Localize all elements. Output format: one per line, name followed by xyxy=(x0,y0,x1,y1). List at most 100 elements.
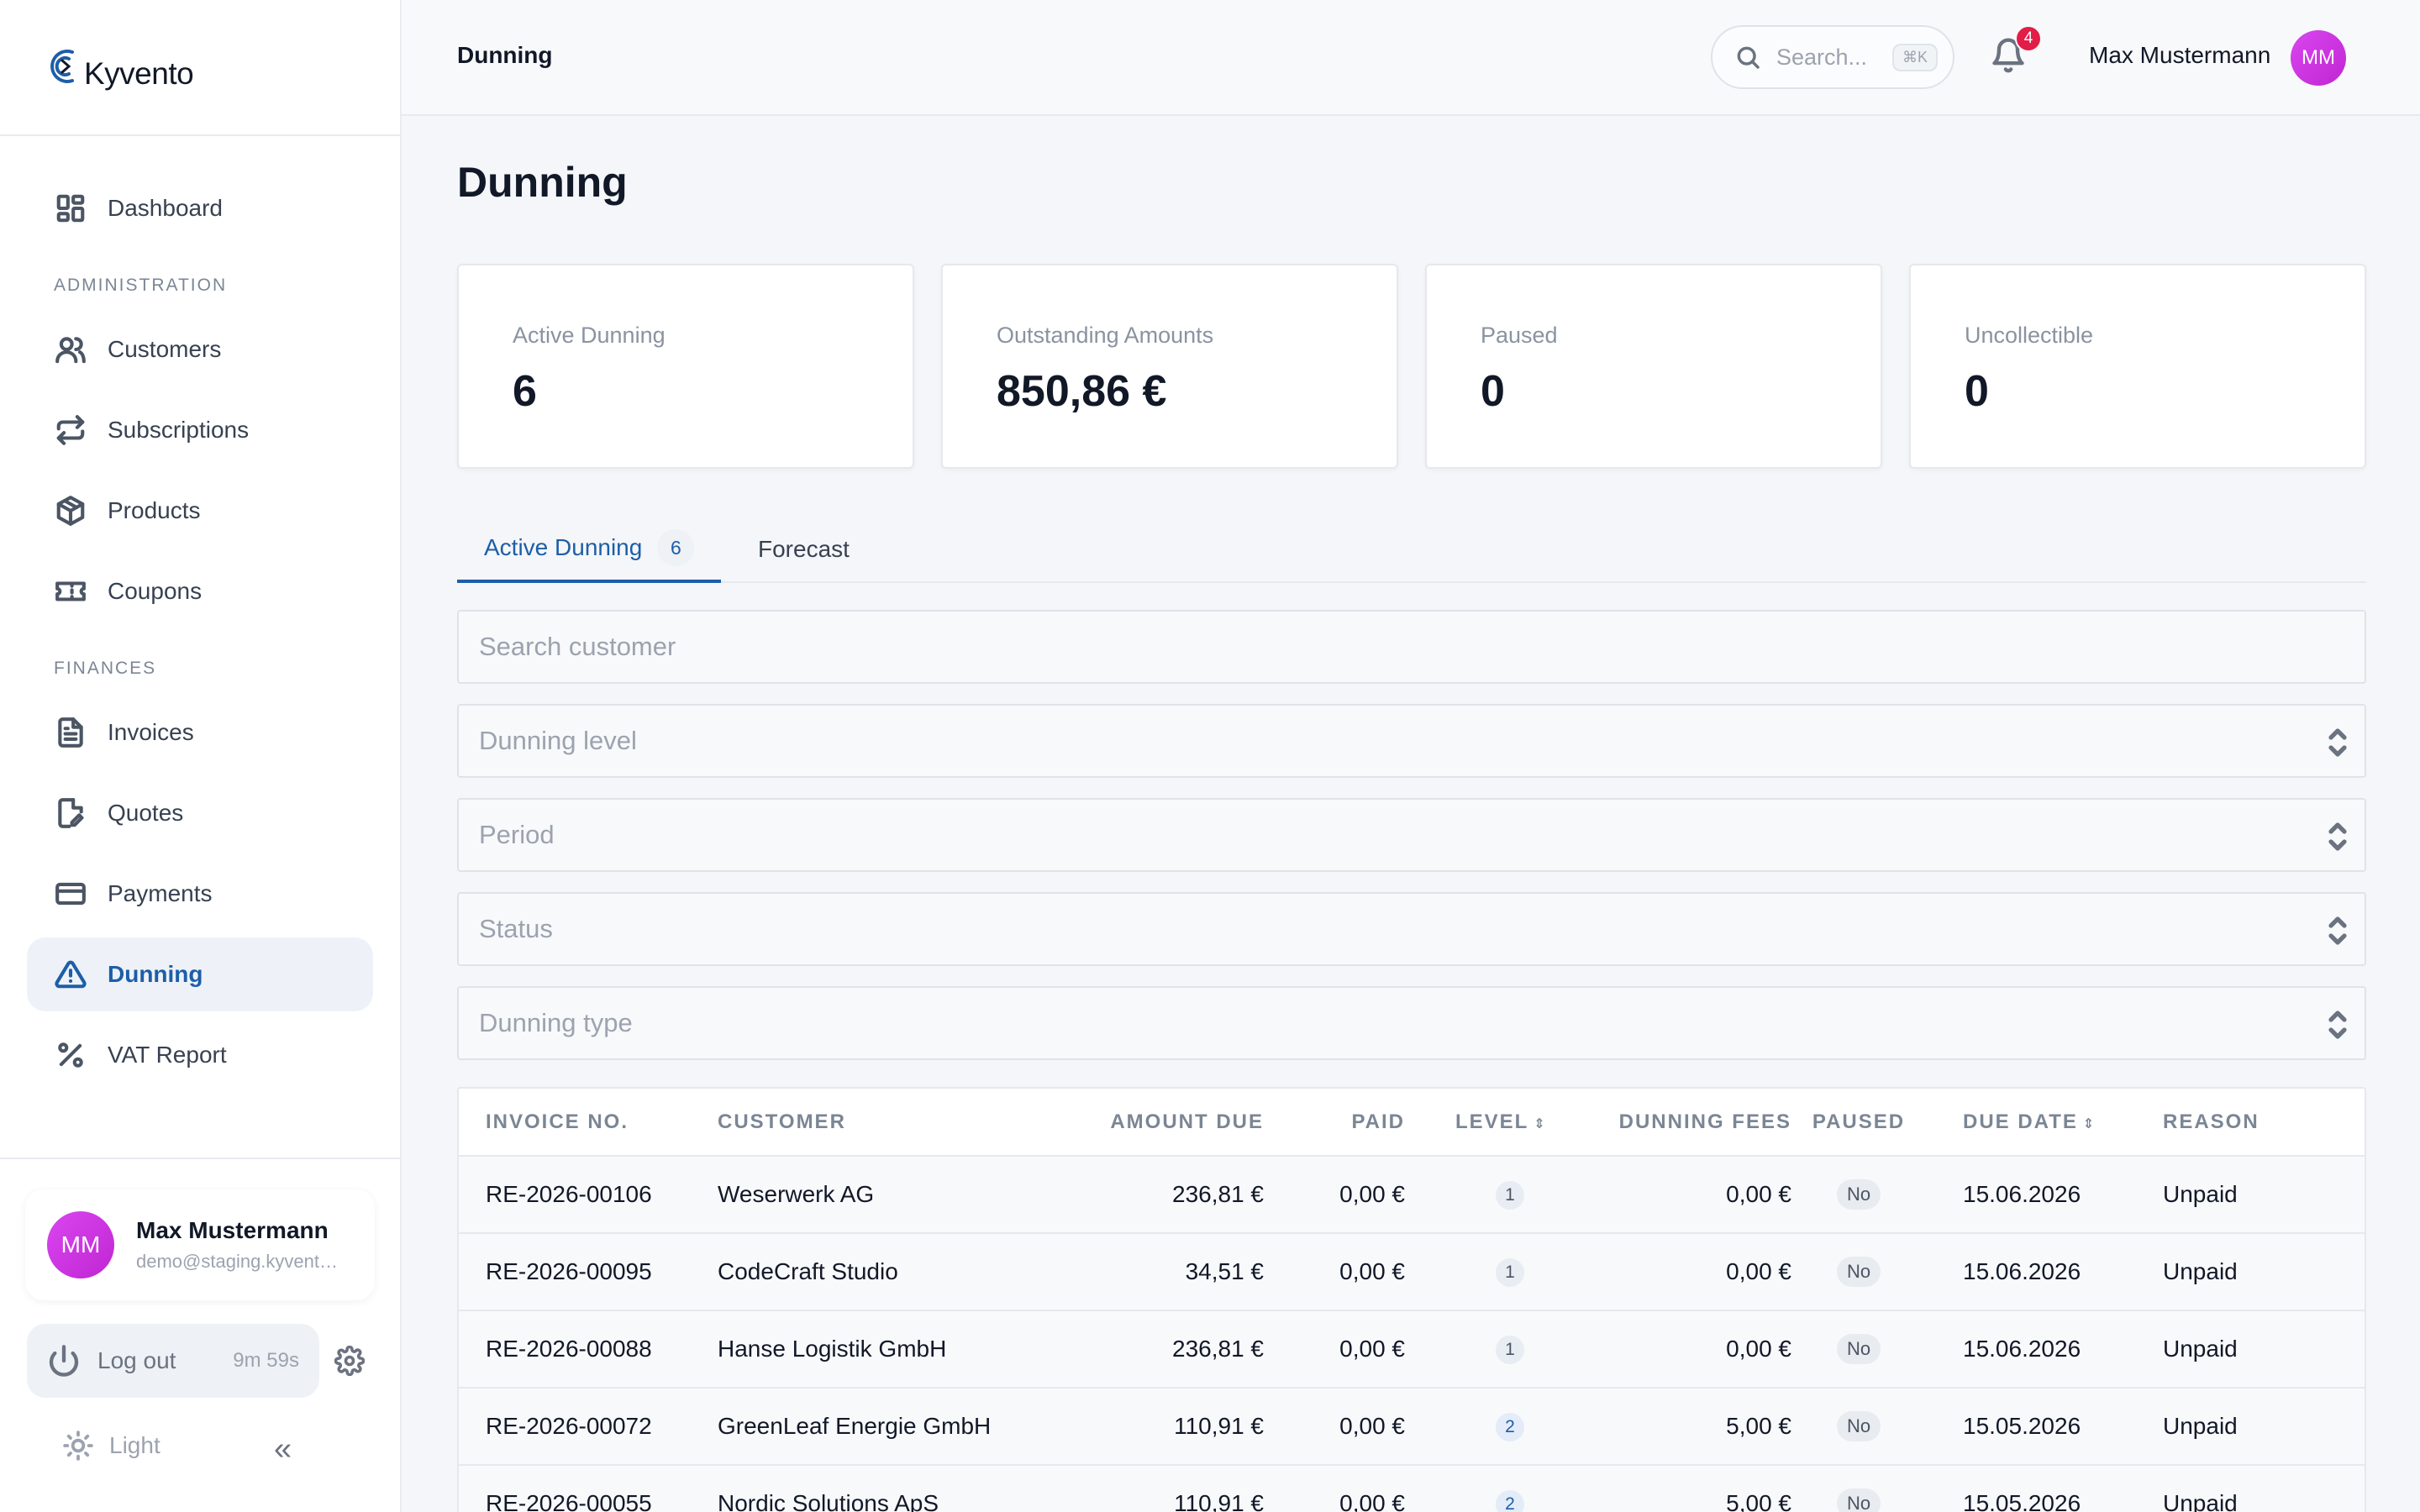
table-row[interactable]: RE-2026-00106 Weserwerk AG 236,81 € 0,00… xyxy=(459,1156,2365,1234)
table-row[interactable]: RE-2026-00088 Hanse Logistik GmbH 236,81… xyxy=(459,1310,2365,1389)
sidebar-item-quotes[interactable]: Quotes xyxy=(27,776,373,850)
stat-label: Paused xyxy=(1481,323,1558,348)
stat-value: 0 xyxy=(1965,367,1989,416)
cell-dunning-fees: 0,00 € xyxy=(1590,1156,1791,1234)
table-row[interactable]: RE-2026-00072 GreenLeaf Energie GmbH 110… xyxy=(459,1388,2365,1466)
cell-paused: No xyxy=(1791,1156,1926,1234)
table-row[interactable]: RE-2026-00095 CodeCraft Studio 34,51 € 0… xyxy=(459,1233,2365,1311)
stat-value: 6 xyxy=(513,367,537,416)
kyvento-logo-icon xyxy=(50,50,74,83)
sidebar-item-customers[interactable]: Customers xyxy=(27,312,373,386)
cell-paused: No xyxy=(1791,1465,1926,1512)
global-search-input[interactable]: Search... ⌘K xyxy=(1711,25,1954,89)
section-administration: ADMINISTRATION xyxy=(54,276,228,295)
logo[interactable]: Kyvento xyxy=(0,0,400,136)
logo-text: Kyvento xyxy=(84,56,194,91)
sidebar-item-label: Invoices xyxy=(108,719,194,745)
cell-amount-due: 236,81 € xyxy=(1037,1310,1264,1389)
paused-badge: No xyxy=(1836,1334,1881,1364)
session-timer: 9m 59s xyxy=(233,1349,299,1372)
sidebar-item-label: Quotes xyxy=(108,800,184,826)
cell-paused: No xyxy=(1791,1233,1926,1311)
sidebar-item-label: Coupons xyxy=(108,578,203,604)
stat-card-paused: Paused 0 xyxy=(1425,264,1882,469)
sidebar-item-dashboard[interactable]: Dashboard xyxy=(27,171,373,245)
stat-card-outstanding: Outstanding Amounts 850,86 € xyxy=(941,264,1398,469)
credit-card-icon xyxy=(54,877,87,911)
cell-reason: Unpaid xyxy=(2134,1310,2365,1389)
select-placeholder: Period xyxy=(479,820,555,849)
cell-customer: Hanse Logistik GmbH xyxy=(718,1310,1037,1389)
chevron-updown-icon xyxy=(2328,916,2348,946)
topbar-user-name[interactable]: Max Mustermann xyxy=(2089,42,2270,69)
sidebar-item-invoices[interactable]: Invoices xyxy=(27,696,373,769)
sidebar: Kyvento Dashboard ADMINISTRATION Custome… xyxy=(0,0,402,1512)
cell-due-date: 15.05.2026 xyxy=(1926,1388,2134,1466)
user-card[interactable]: MM Max Mustermann demo@staging.kyvento.d… xyxy=(25,1189,375,1300)
cell-reason: Unpaid xyxy=(2134,1156,2365,1234)
cell-dunning-fees: 0,00 € xyxy=(1590,1233,1791,1311)
stat-value: 850,86 € xyxy=(997,367,1167,416)
topbar-avatar[interactable]: MM xyxy=(2291,30,2346,86)
sidebar-item-dunning[interactable]: Dunning xyxy=(27,937,373,1011)
gear-icon xyxy=(334,1345,366,1377)
status-select[interactable]: Status xyxy=(457,892,2366,966)
power-icon xyxy=(49,1345,79,1377)
chevron-updown-icon xyxy=(2328,727,2348,758)
header-invoice-no: INVOICE NO. xyxy=(459,1089,718,1157)
sidebar-item-label: Products xyxy=(108,497,201,523)
stat-label: Outstanding Amounts xyxy=(997,323,1214,348)
sidebar-nav: Dashboard ADMINISTRATION Customers Subsc… xyxy=(0,136,400,1092)
cell-paid: 0,00 € xyxy=(1264,1233,1405,1311)
search-shortcut: ⌘K xyxy=(1891,44,1938,71)
ticket-icon xyxy=(54,575,87,608)
dunning-level-select[interactable]: Dunning level xyxy=(457,704,2366,778)
notification-badge: 4 xyxy=(2015,25,2042,52)
tab-active-dunning[interactable]: Active Dunning 6 xyxy=(457,516,722,583)
sidebar-item-payments[interactable]: Payments xyxy=(27,857,373,931)
section-finances: FINANCES xyxy=(54,659,157,678)
search-placeholder: Search... xyxy=(1776,44,1868,70)
level-badge: 2 xyxy=(1496,1413,1524,1441)
topbar: Dunning Search... ⌘K 4 Max Mustermann MM xyxy=(402,0,2420,116)
logout-button[interactable]: Log out 9m 59s xyxy=(27,1324,319,1398)
theme-toggle[interactable]: Light xyxy=(62,1430,160,1462)
dunning-type-select[interactable]: Dunning type xyxy=(457,986,2366,1060)
header-due-date[interactable]: DUE DATE ⇕ xyxy=(1926,1089,2134,1157)
cell-paid: 0,00 € xyxy=(1264,1465,1405,1512)
header-level-label: LEVEL xyxy=(1455,1110,1529,1133)
tab-forecast[interactable]: Forecast xyxy=(758,516,850,583)
sidebar-item-products[interactable]: Products xyxy=(27,474,373,548)
header-level[interactable]: LEVEL ⇕ xyxy=(1405,1089,1590,1157)
tab-label: Forecast xyxy=(758,536,850,562)
level-badge: 1 xyxy=(1496,1181,1524,1210)
paused-badge: No xyxy=(1836,1411,1881,1441)
cell-invoice-no: RE-2026-00055 xyxy=(459,1465,718,1512)
collapse-sidebar-icon[interactable]: « xyxy=(274,1431,292,1467)
cell-level: 2 xyxy=(1405,1465,1590,1512)
cell-customer: CodeCraft Studio xyxy=(718,1233,1037,1311)
cell-customer: Weserwerk AG xyxy=(718,1156,1037,1234)
cell-invoice-no: RE-2026-00088 xyxy=(459,1310,718,1389)
chevron-updown-icon xyxy=(2328,822,2348,852)
cell-due-date: 15.06.2026 xyxy=(1926,1156,2134,1234)
table-row[interactable]: RE-2026-00055 Nordic Solutions ApS 110,9… xyxy=(459,1465,2365,1512)
select-placeholder: Status xyxy=(479,914,553,943)
dunning-table: INVOICE NO. CUSTOMER AMOUNT DUE PAID LEV… xyxy=(457,1087,2366,1512)
paused-badge: No xyxy=(1836,1488,1881,1512)
settings-button[interactable] xyxy=(334,1345,366,1377)
cell-dunning-fees: 5,00 € xyxy=(1590,1465,1791,1512)
cell-paid: 0,00 € xyxy=(1264,1310,1405,1389)
period-select[interactable]: Period xyxy=(457,798,2366,872)
cell-paused: No xyxy=(1791,1310,1926,1389)
users-icon xyxy=(54,333,87,366)
sidebar-item-coupons[interactable]: Coupons xyxy=(27,554,373,628)
sidebar-item-vat-report[interactable]: VAT Report xyxy=(27,1018,373,1092)
document-icon xyxy=(54,716,87,749)
cell-paid: 0,00 € xyxy=(1264,1388,1405,1466)
sidebar-item-subscriptions[interactable]: Subscriptions xyxy=(27,393,373,467)
stat-card-uncollectible: Uncollectible 0 xyxy=(1909,264,2366,469)
search-customer-input[interactable]: Search customer xyxy=(457,610,2366,684)
cell-customer: Nordic Solutions ApS xyxy=(718,1465,1037,1512)
paused-badge: No xyxy=(1836,1179,1881,1210)
